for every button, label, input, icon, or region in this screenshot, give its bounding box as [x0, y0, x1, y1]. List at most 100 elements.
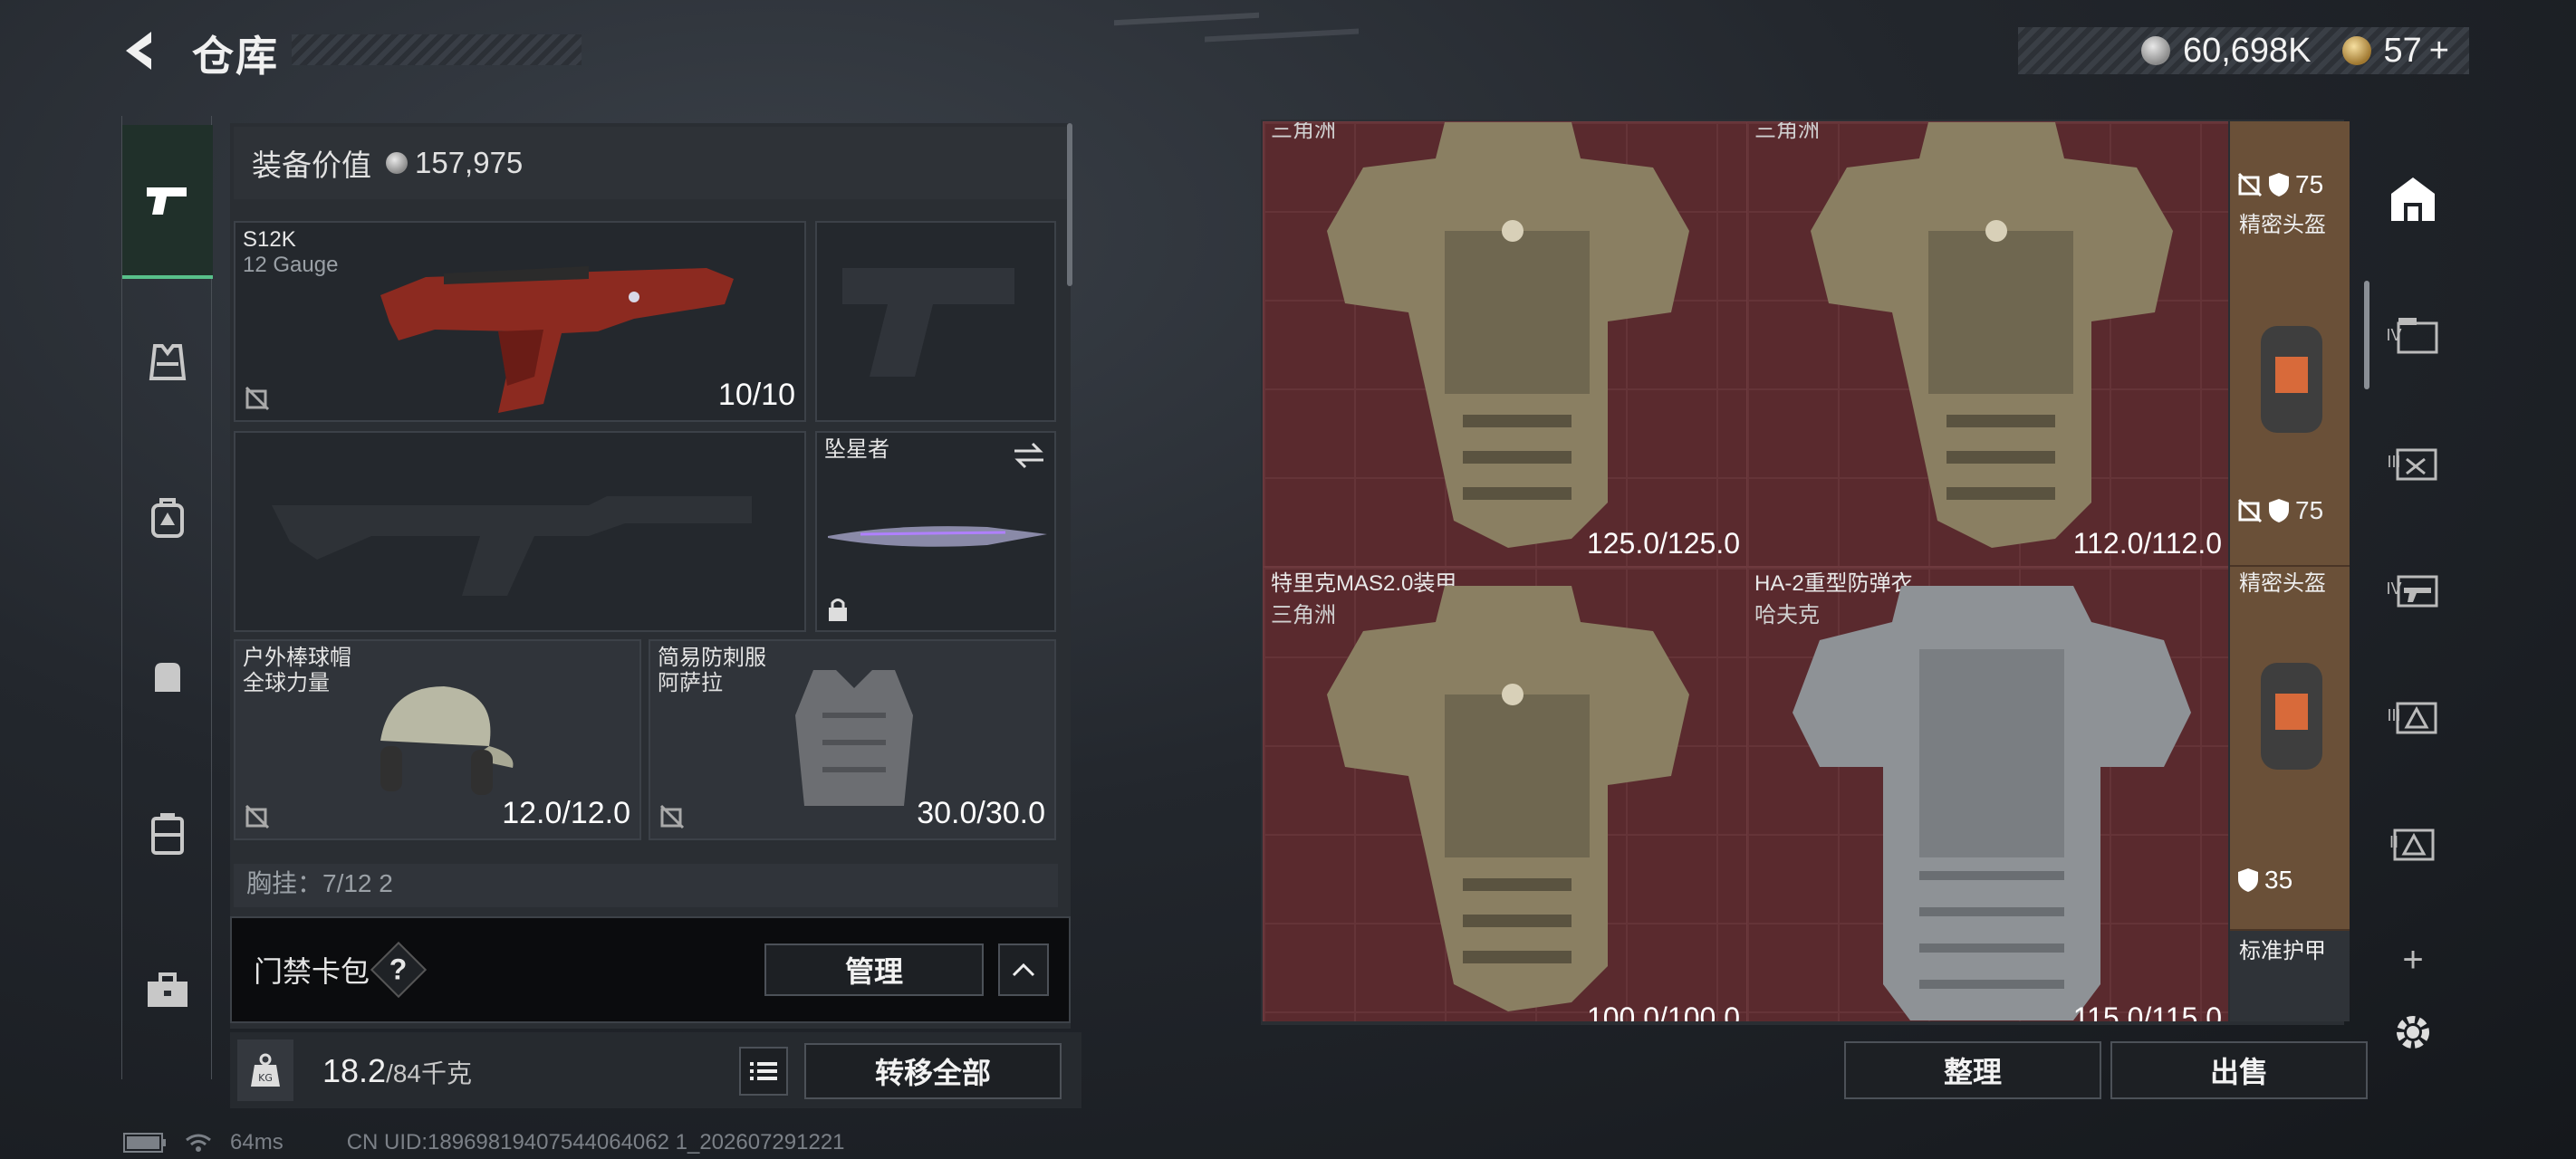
case-icon	[151, 813, 184, 855]
silver-coin-icon	[2140, 36, 2170, 65]
back-button[interactable]	[118, 25, 163, 76]
melee-slot[interactable]: 坠星者	[815, 431, 1056, 632]
list-view-button[interactable]	[739, 1047, 788, 1096]
item-level: 75	[2237, 496, 2323, 525]
pistol-icon	[147, 187, 187, 215]
storage-item[interactable]: HA-2重型防弹衣 哈夫克 115.0/115.0	[1746, 567, 2228, 1021]
lock-icon	[829, 599, 847, 621]
ping: 64ms	[230, 1130, 284, 1154]
gear-icon	[2397, 1016, 2429, 1049]
no-insure-icon	[2237, 498, 2263, 523]
storage-tools-icon	[2396, 448, 2437, 481]
stab-vest-image	[795, 670, 913, 806]
level-value: 75	[2295, 170, 2324, 198]
help-icon[interactable]: ?	[370, 941, 428, 999]
sell-button[interactable]: 出售	[2110, 1041, 2368, 1099]
cap-image	[380, 686, 514, 795]
rail-storage-4[interactable]: III	[2368, 661, 2458, 770]
pistol-slot[interactable]	[815, 221, 1056, 422]
collapse-button[interactable]	[998, 943, 1049, 996]
back-arrow-icon	[126, 32, 151, 70]
item-name: 精密头盔	[2239, 213, 2326, 237]
svg-text:KG: KG	[258, 1072, 273, 1084]
transfer-all-button[interactable]: 转移全部	[804, 1043, 1062, 1099]
no-insure-icon	[245, 386, 270, 411]
helmet-slot[interactable]: 户外棒球帽 全球力量 12.0/12.0	[234, 639, 641, 840]
storage-item-small[interactable]: 标准护甲	[2230, 931, 2350, 1021]
rail-storage-3[interactable]: IV	[2368, 534, 2458, 643]
title-decor	[292, 34, 582, 65]
shotgun-image	[380, 266, 734, 413]
durability: 125.0/125.0	[1586, 527, 1740, 560]
manage-button[interactable]: 管理	[764, 943, 984, 996]
rail-tab-backpack[interactable]	[122, 473, 213, 563]
slot-item-sub: 全球力量	[243, 671, 330, 695]
wifi-icon	[186, 1134, 211, 1152]
equipment-value: 装备价值 157,975	[234, 127, 1067, 199]
shield-icon	[2238, 868, 2258, 892]
storage-item[interactable]: 三角洲 112.0/112.0	[1746, 121, 2228, 567]
keycard-bag-label: 门禁卡包	[254, 955, 370, 988]
gold-coin-icon	[2341, 36, 2371, 65]
shield-icon	[2269, 499, 2289, 522]
weight-current: 18.2	[322, 1052, 387, 1089]
battery-icon	[123, 1133, 166, 1153]
help-glyph: ?	[389, 953, 408, 986]
rail-storage-1[interactable]: IV	[2368, 281, 2458, 389]
toolbox-icon	[148, 972, 187, 1007]
rail-tab-case[interactable]	[122, 788, 213, 878]
storage-item[interactable]: 特里克MAS2.0装甲 三角洲 100.0/100.0	[1263, 567, 1748, 1021]
armor-plate-image	[2261, 326, 2322, 433]
silver-amount: 60,698K	[2182, 31, 2312, 70]
rail-tab-vest[interactable]	[122, 317, 213, 407]
slot-item-name: 简易防刺服	[658, 646, 766, 670]
armor-vest-image	[1327, 122, 1689, 548]
rail-storage-2[interactable]: III	[2368, 407, 2458, 516]
level-value: 35	[2264, 866, 2293, 894]
storage-item[interactable]: 三角洲 125.0/125.0	[1263, 121, 1748, 567]
settings-button[interactable]	[2368, 996, 2458, 1068]
durability: 30.0/30.0	[917, 796, 1045, 830]
page-title: 仓库	[192, 33, 279, 80]
vest-icon	[149, 344, 187, 380]
right-rail: IV III IV III II +	[2368, 127, 2458, 1068]
add-storage-button[interactable]: +	[2368, 924, 2458, 996]
armor-slot[interactable]: 简易防刺服 阿萨拉 30.0/30.0	[649, 639, 1056, 840]
loadout-scrollbar[interactable]	[1067, 123, 1072, 286]
weight-readout: 18.2/84千克	[322, 1052, 472, 1090]
left-rail	[121, 116, 213, 1079]
add-gold-button[interactable]: +	[2429, 32, 2449, 71]
durability: 115.0/115.0	[2072, 1001, 2222, 1021]
equipment-value-amount: 157,975	[415, 146, 524, 179]
primary-weapon-slot[interactable]: S12K 12 Gauge 10/10	[234, 221, 806, 422]
slot-item-name: S12K	[243, 227, 296, 252]
secondary-weapon-slot[interactable]	[234, 431, 806, 632]
sort-button[interactable]: 整理	[1844, 1041, 2101, 1099]
armor-vest-image	[1811, 122, 2173, 548]
item-level: 75	[2237, 170, 2323, 199]
storage-warning-icon	[2396, 702, 2437, 734]
rail-storage-5[interactable]: II	[2368, 788, 2458, 896]
rail-tab-bag[interactable]	[122, 630, 213, 721]
status-bar: 64ms CN UID:18969819407544064062 1_20260…	[123, 1130, 845, 1155]
storage-box-icon	[2397, 318, 2437, 354]
item-level: 35	[2237, 866, 2292, 895]
item-name: 精密头盔	[2239, 571, 2326, 596]
chevron-up-icon	[1012, 963, 1035, 977]
storage-item-small[interactable]: 35	[2230, 567, 2350, 931]
rail-tab-toolbox[interactable]	[122, 945, 213, 1036]
shield-icon	[2269, 173, 2289, 196]
gold-amount: 57	[2383, 31, 2422, 70]
armor-vest-image	[1327, 586, 1689, 1011]
slot-item-name: 户外棒球帽	[243, 646, 351, 670]
silver-coin-icon	[386, 152, 408, 174]
ammo-count: 10/10	[717, 378, 795, 412]
swap-icon[interactable]	[1013, 442, 1045, 469]
rail-storage-home[interactable]	[2368, 154, 2458, 244]
currency-bar: 60,698K 57 +	[2018, 27, 2469, 74]
armor-plate-image	[2261, 663, 2322, 770]
item-name: 标准护甲	[2239, 939, 2326, 963]
level-value: 75	[2295, 496, 2324, 524]
rail-tab-weapons[interactable]	[122, 125, 213, 279]
bag-icon	[155, 663, 180, 692]
